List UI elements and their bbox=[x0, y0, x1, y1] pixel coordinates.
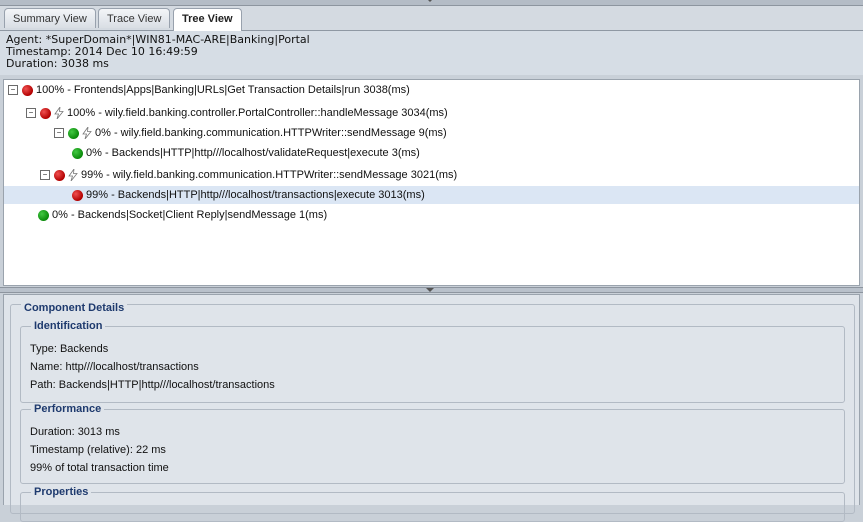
transaction-info-panel: Agent: *SuperDomain*|WIN81-MAC-ARE|Banki… bbox=[0, 31, 863, 75]
tree-row-label: 0% - Backends|HTTP|http///localhost/vali… bbox=[86, 147, 420, 159]
properties-title: Properties bbox=[31, 486, 92, 498]
timestamp-label: Timestamp: 2014 Dec 10 16:49:59 bbox=[6, 45, 198, 58]
tab-summary-view[interactable]: Summary View bbox=[4, 8, 96, 28]
status-green-icon bbox=[68, 127, 79, 139]
tab-tree-view[interactable]: Tree View bbox=[173, 8, 242, 31]
type-field: Type: Backends bbox=[30, 343, 109, 355]
collapse-toggle-icon[interactable]: − bbox=[8, 85, 18, 96]
lightning-icon bbox=[82, 127, 92, 140]
identification-title: Identification bbox=[31, 320, 106, 332]
pane-splitter[interactable] bbox=[0, 287, 863, 293]
component-details-title: Component Details bbox=[21, 302, 128, 314]
tree-row-label: 100% - wily.field.banking.controller.Por… bbox=[67, 107, 448, 119]
tab-bar: Summary View Trace View Tree View bbox=[0, 6, 863, 31]
properties-group bbox=[20, 492, 845, 522]
status-red-icon bbox=[22, 84, 33, 96]
path-field: Path: Backends|HTTP|http///localhost/tra… bbox=[30, 379, 275, 391]
collapse-toggle-icon[interactable]: − bbox=[54, 128, 64, 139]
tree-row[interactable]: 0% - Backends|HTTP|http///localhost/vali… bbox=[72, 144, 420, 162]
status-green-icon bbox=[38, 209, 49, 221]
status-red-icon bbox=[40, 107, 51, 119]
tree-row-label: 99% - wily.field.banking.communication.H… bbox=[81, 169, 458, 181]
duration-field: Duration: 3013 ms bbox=[30, 426, 120, 438]
collapse-toggle-icon[interactable]: − bbox=[26, 108, 36, 119]
tab-trace-view[interactable]: Trace View bbox=[98, 8, 171, 28]
status-red-icon bbox=[54, 169, 65, 181]
lightning-icon bbox=[54, 107, 64, 120]
transaction-share-field: 99% of total transaction time bbox=[30, 462, 169, 474]
name-field: Name: http///localhost/transactions bbox=[30, 361, 199, 373]
collapse-arrow-icon[interactable] bbox=[426, 288, 434, 292]
tree-row-label: 0% - Backends|Socket|Client Reply|sendMe… bbox=[52, 209, 328, 221]
tree-row[interactable]: − 100% - Frontends|Apps|Banking|URLs|Get … bbox=[8, 81, 410, 99]
tree-row[interactable]: − 100% - wily.field.banking.controller.Po… bbox=[26, 104, 448, 122]
status-green-icon bbox=[72, 147, 83, 159]
lightning-icon bbox=[68, 169, 78, 182]
tree-row[interactable]: − 0% - wily.field.banking.communication.H… bbox=[54, 124, 447, 142]
collapse-toggle-icon[interactable]: − bbox=[40, 170, 50, 181]
relative-timestamp-field: Timestamp (relative): 22 ms bbox=[30, 444, 166, 456]
duration-label: Duration: 3038 ms bbox=[6, 57, 109, 70]
tree-row-label: 100% - Frontends|Apps|Banking|URLs|Get T… bbox=[36, 84, 410, 96]
tree-row[interactable]: 0% - Backends|Socket|Client Reply|sendMe… bbox=[38, 206, 327, 224]
performance-title: Performance bbox=[31, 403, 105, 415]
component-details-panel: Component Details Identification Type: B… bbox=[3, 294, 860, 522]
tree-row[interactable]: − 99% - wily.field.banking.communication.… bbox=[40, 166, 457, 184]
tree-row-selected[interactable]: 99% - Backends|HTTP|http///localhost/tra… bbox=[4, 186, 859, 204]
transaction-tree: − 100% - Frontends|Apps|Banking|URLs|Get … bbox=[3, 79, 860, 286]
tree-row-label: 0% - wily.field.banking.communication.HT… bbox=[95, 127, 447, 139]
status-red-icon bbox=[72, 189, 83, 201]
collapse-arrow-icon[interactable] bbox=[426, 0, 434, 2]
tree-row-label: 99% - Backends|HTTP|http///localhost/tra… bbox=[86, 189, 425, 201]
